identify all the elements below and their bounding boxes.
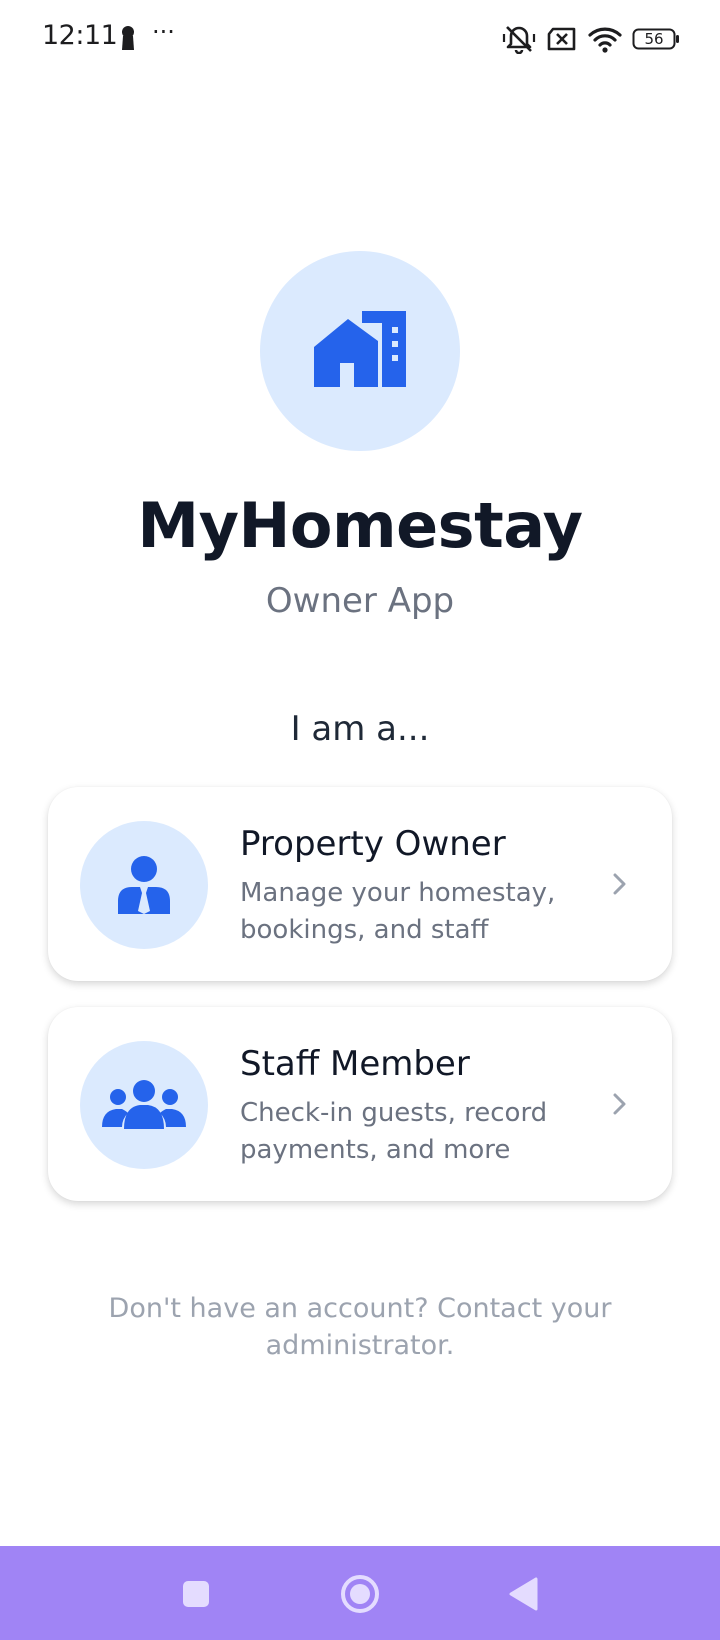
users-group-icon: [102, 1080, 186, 1129]
owner-icon-circle: [80, 821, 208, 949]
back-triangle-icon: [509, 1577, 538, 1611]
status-time: 12:11: [42, 20, 118, 51]
status-bar: 12:11 ··· 56: [0, 0, 720, 80]
battery-icon: 56: [632, 27, 680, 51]
staff-icon-circle: [80, 1041, 208, 1169]
app-logo: [260, 251, 460, 451]
owner-title: Property Owner: [240, 824, 506, 864]
recents-button[interactable]: [166, 1564, 226, 1624]
home-button[interactable]: [330, 1564, 390, 1624]
status-overflow: ···: [152, 18, 175, 46]
vibrate-off-icon: [502, 26, 536, 54]
user-tie-icon: [118, 856, 170, 914]
staff-member-card[interactable]: Staff Member Check-in guests, record pay…: [48, 1007, 672, 1201]
chevron-right-icon: [613, 873, 626, 895]
status-icons: 56: [502, 22, 680, 56]
circle-icon: [341, 1575, 379, 1613]
app-subtitle: Owner App: [265, 581, 455, 621]
property-owner-card[interactable]: Property Owner Manage your homestay, boo…: [48, 787, 672, 981]
battery-level: 56: [644, 30, 664, 48]
contact-admin-note: Don't have an account? Contact your admi…: [108, 1293, 612, 1361]
square-icon: [183, 1581, 209, 1607]
owner-description: Manage your homestay, bookings, and staf…: [240, 878, 556, 945]
chevron-right-icon: [613, 1093, 626, 1115]
sim-error-icon: [547, 27, 576, 51]
app-name: MyHomestay: [137, 489, 583, 562]
keyhole-icon: [122, 26, 134, 50]
back-button[interactable]: [494, 1564, 554, 1624]
staff-title: Staff Member: [240, 1044, 470, 1084]
wifi-icon: [588, 27, 622, 53]
navigation-bar: [0, 1546, 720, 1640]
role-prompt: I am a...: [290, 709, 430, 749]
staff-description: Check-in guests, record payments, and mo…: [240, 1098, 548, 1165]
building-icon: [314, 311, 406, 387]
